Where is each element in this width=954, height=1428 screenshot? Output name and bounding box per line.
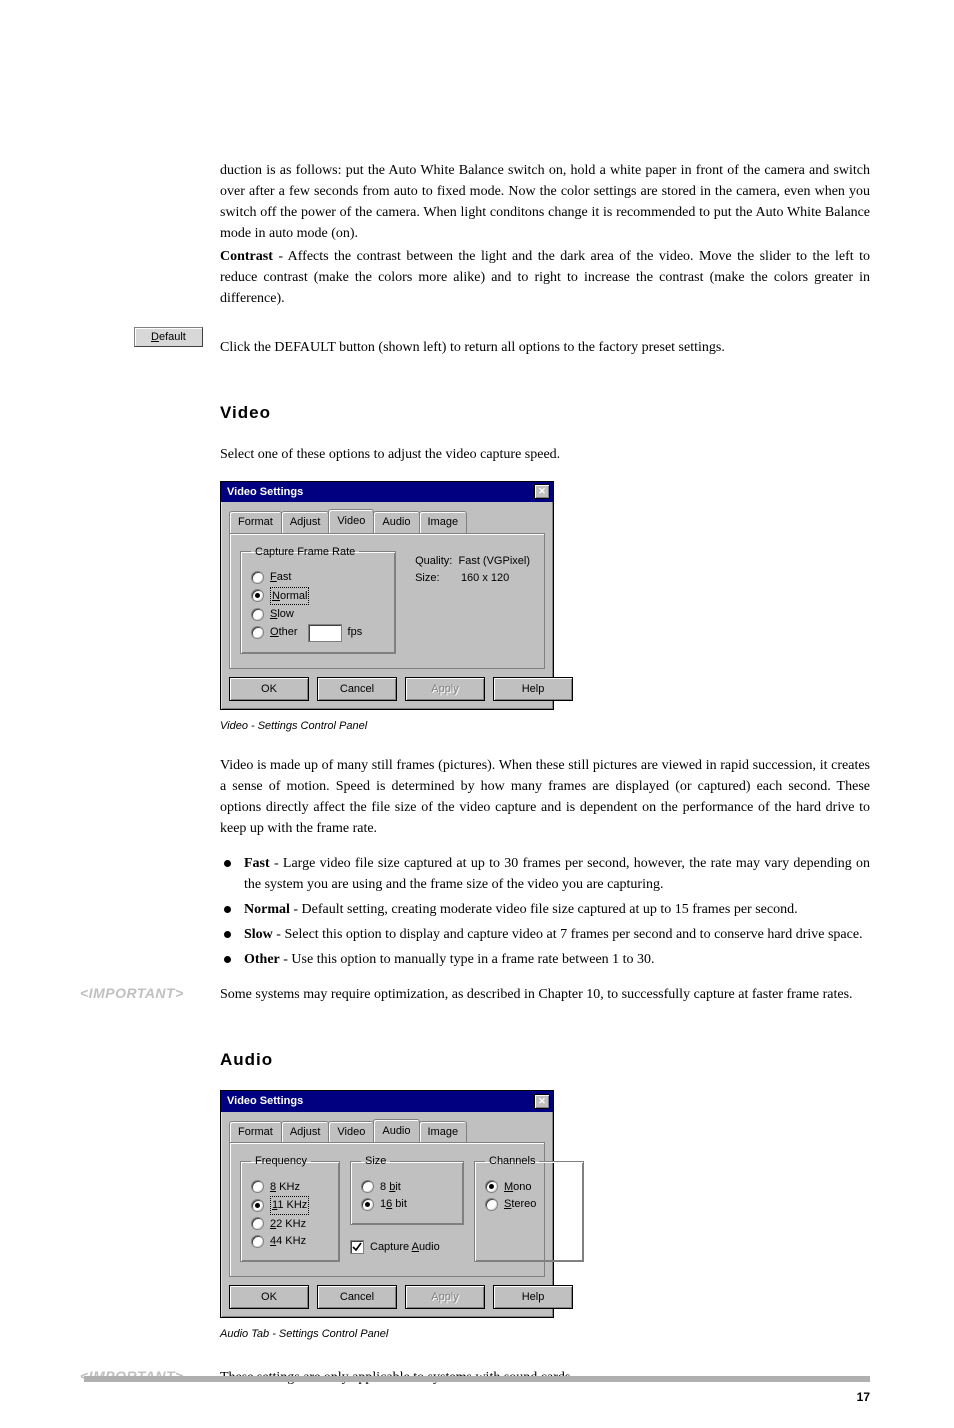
audio-heading: Audio bbox=[220, 1047, 870, 1073]
tab-audio[interactable]: Audio bbox=[373, 1119, 419, 1143]
page-number: 17 bbox=[857, 1388, 870, 1406]
dialog-title: Video Settings bbox=[227, 484, 303, 501]
default-description: Click the DEFAULT button (shown left) to… bbox=[220, 337, 870, 358]
help-button[interactable]: Help bbox=[493, 1285, 573, 1310]
close-icon[interactable]: ✕ bbox=[534, 484, 550, 499]
frequency-legend: Frequency bbox=[251, 1153, 311, 1170]
tab-format[interactable]: Format bbox=[229, 511, 282, 533]
radio-44khz[interactable]: 44 KHz bbox=[251, 1233, 329, 1250]
cancel-button[interactable]: Cancel bbox=[317, 677, 397, 702]
important-badge: <IMPORTANT> bbox=[80, 983, 184, 1004]
auto-white-balance-para: duction is as follows: put the Auto Whit… bbox=[220, 160, 870, 244]
radio-8bit[interactable]: 8 bit bbox=[361, 1179, 453, 1196]
video-heading: Video bbox=[220, 400, 870, 426]
radio-8khz[interactable]: 8 KHz bbox=[251, 1179, 329, 1196]
frame-rate-legend: Capture Frame Rate bbox=[251, 544, 359, 561]
radio-16bit[interactable]: 16 bit bbox=[361, 1196, 453, 1213]
radio-22khz[interactable]: 22 KHz bbox=[251, 1216, 329, 1233]
dialog-tabs: Format Adjust Video Audio Image bbox=[229, 508, 545, 534]
tab-image[interactable]: Image bbox=[419, 1121, 468, 1143]
audio-tab-panel: Frequency 8 KHz 11 KHz 22 bbox=[229, 1142, 545, 1277]
audio-settings-dialog: Video Settings ✕ Format Adjust Video Aud… bbox=[220, 1090, 554, 1318]
help-button[interactable]: Help bbox=[493, 677, 573, 702]
dialog-title: Video Settings bbox=[227, 1093, 303, 1110]
video-settings-dialog: Video Settings ✕ Format Adjust Video Aud… bbox=[220, 481, 554, 711]
capture-audio-checkbox[interactable]: Capture Audio bbox=[350, 1239, 464, 1256]
default-button[interactable]: Default bbox=[134, 327, 203, 347]
bullet-fast: Fast - Large video file size captured at… bbox=[220, 853, 870, 895]
ok-button[interactable]: OK bbox=[229, 677, 309, 702]
footer-rule bbox=[84, 1376, 870, 1382]
video-intro: Select one of these options to adjust th… bbox=[220, 444, 870, 465]
quality-size-info: Quality: Fast (VGPixel) Size: 160 x 120 bbox=[415, 552, 530, 588]
tab-video[interactable]: Video bbox=[328, 509, 374, 533]
ok-button[interactable]: OK bbox=[229, 1285, 309, 1310]
dialog-titlebar: Video Settings ✕ bbox=[221, 1091, 553, 1112]
radio-slow[interactable]: Slow bbox=[251, 606, 385, 623]
contrast-para: Contrast - Affects the contrast between … bbox=[220, 246, 870, 309]
tab-image[interactable]: Image bbox=[419, 511, 468, 533]
cancel-button[interactable]: Cancel bbox=[317, 1285, 397, 1310]
bullet-other: Other - Use this option to manually type… bbox=[220, 949, 870, 970]
video-important-text: Some systems may require optimization, a… bbox=[220, 984, 870, 1005]
close-icon[interactable]: ✕ bbox=[534, 1094, 550, 1109]
bullet-normal: Normal - Default setting, creating moder… bbox=[220, 899, 870, 920]
fps-input[interactable] bbox=[308, 624, 342, 642]
apply-button[interactable]: Apply bbox=[405, 677, 485, 702]
radio-normal[interactable]: Normal bbox=[251, 587, 385, 606]
radio-mono[interactable]: Mono bbox=[485, 1179, 573, 1196]
bullet-slow: Slow - Select this option to display and… bbox=[220, 924, 870, 945]
size-legend: Size bbox=[361, 1153, 390, 1170]
frame-rate-bullets: Fast - Large video file size captured at… bbox=[220, 853, 870, 970]
tab-format[interactable]: Format bbox=[229, 1121, 282, 1143]
intro-text: duction is as follows: put the Auto Whit… bbox=[220, 160, 870, 309]
radio-other[interactable]: Other fps bbox=[251, 624, 385, 642]
video-para: Video is made up of many still frames (p… bbox=[220, 755, 870, 839]
tab-adjust[interactable]: Adjust bbox=[281, 1121, 330, 1143]
apply-button[interactable]: Apply bbox=[405, 1285, 485, 1310]
radio-fast[interactable]: Fast bbox=[251, 569, 385, 586]
radio-11khz[interactable]: 11 KHz bbox=[251, 1196, 329, 1215]
tab-audio[interactable]: Audio bbox=[373, 511, 419, 533]
tab-video[interactable]: Video bbox=[328, 1121, 374, 1143]
radio-stereo[interactable]: Stereo bbox=[485, 1196, 573, 1213]
audio-dialog-caption: Audio Tab - Settings Control Panel bbox=[220, 1326, 870, 1343]
fps-label: fps bbox=[348, 624, 363, 641]
video-tab-panel: Capture Frame Rate Fast Normal Slow bbox=[229, 533, 545, 669]
channels-legend: Channels bbox=[485, 1153, 539, 1170]
dialog-tabs: Format Adjust Video Audio Image bbox=[229, 1118, 545, 1144]
tab-adjust[interactable]: Adjust bbox=[281, 511, 330, 533]
dialog-titlebar: Video Settings ✕ bbox=[221, 482, 553, 503]
video-dialog-caption: Video - Settings Control Panel bbox=[220, 718, 870, 735]
